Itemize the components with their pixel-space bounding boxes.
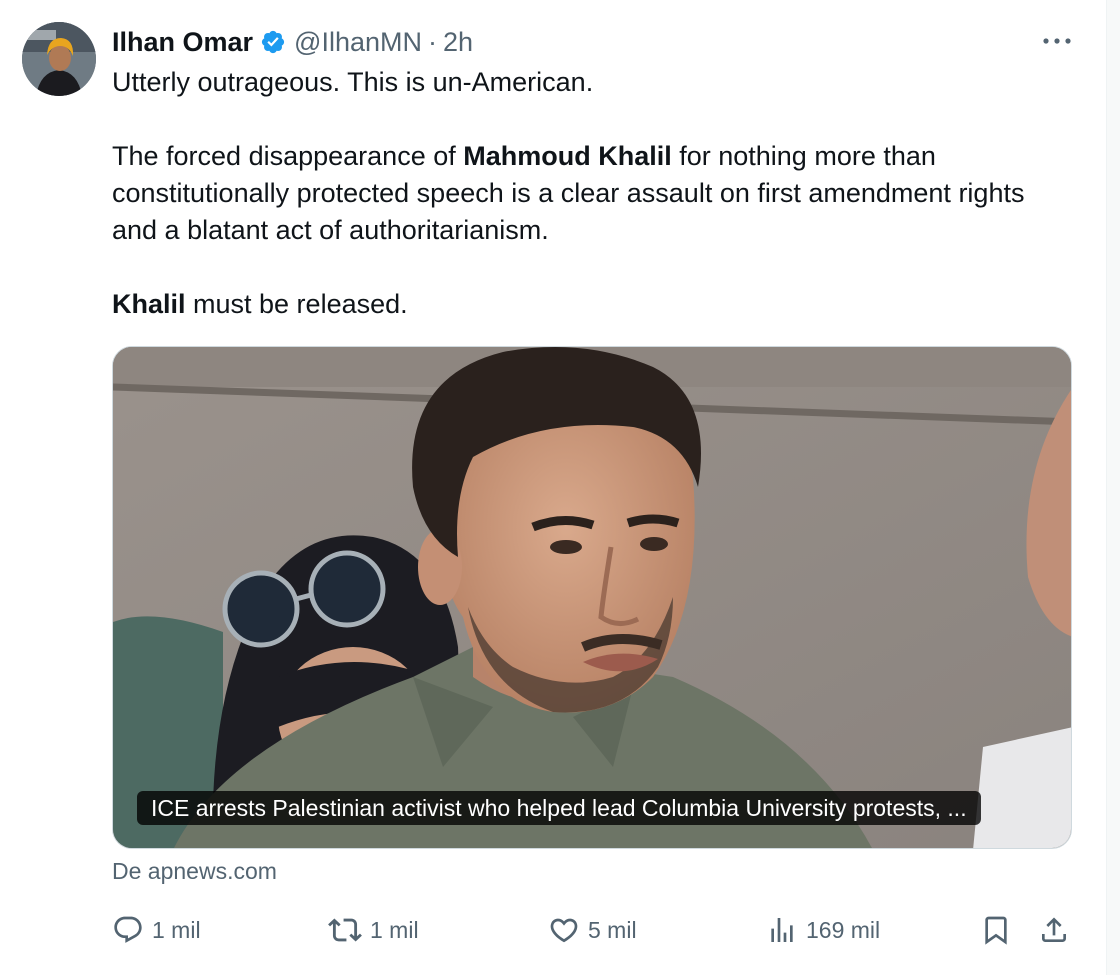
avatar[interactable] — [22, 22, 96, 96]
media-card[interactable]: ICE arrests Palestinian activist who hel… — [112, 346, 1072, 849]
news-photo — [113, 347, 1071, 848]
media-caption: ICE arrests Palestinian activist who hel… — [137, 791, 981, 825]
like-button[interactable]: 5 mil — [548, 908, 637, 952]
more-icon[interactable] — [1040, 30, 1074, 52]
repost-icon — [328, 913, 362, 947]
mention-khalil: Khalil — [112, 289, 186, 319]
link-source[interactable]: De apnews.com — [112, 858, 277, 885]
reply-icon — [112, 914, 144, 946]
action-bar: 1 mil 1 mil 5 mil 169 mil — [112, 908, 1074, 952]
like-count: 5 mil — [588, 916, 637, 943]
separator-dot: · — [428, 26, 437, 57]
timestamp[interactable]: 2h — [443, 27, 473, 58]
page-edge — [1106, 0, 1120, 975]
tweet-line-1: Utterly outrageous. This is un-American. — [112, 67, 594, 97]
repost-button[interactable]: 1 mil — [328, 908, 419, 952]
bookmark-button[interactable] — [980, 908, 1012, 952]
bookmark-icon — [980, 914, 1012, 946]
reply-count: 1 mil — [152, 916, 201, 943]
views-icon — [766, 914, 798, 946]
author-name[interactable]: Ilhan Omar — [112, 27, 253, 58]
tweet-text: Utterly outrageous. This is un-American.… — [112, 64, 1062, 323]
share-icon — [1038, 914, 1070, 946]
tweet-paragraph-2: The forced disappearance of Mahmoud Khal… — [112, 141, 1025, 245]
reply-button[interactable]: 1 mil — [112, 908, 201, 952]
views-count: 169 mil — [806, 916, 881, 943]
tweet-header: Ilhan Omar @IlhanMN · 2h — [112, 24, 473, 60]
mention-mahmoud-khalil: Mahmoud Khalil — [463, 141, 672, 171]
like-icon — [548, 914, 580, 946]
repost-count: 1 mil — [370, 916, 419, 943]
author-handle[interactable]: @IlhanMN — [294, 27, 422, 58]
share-button[interactable] — [1038, 908, 1070, 952]
tweet-paragraph-3: Khalil must be released. — [112, 289, 408, 319]
views-button[interactable]: 169 mil — [766, 908, 880, 952]
verified-badge-icon — [260, 29, 286, 55]
